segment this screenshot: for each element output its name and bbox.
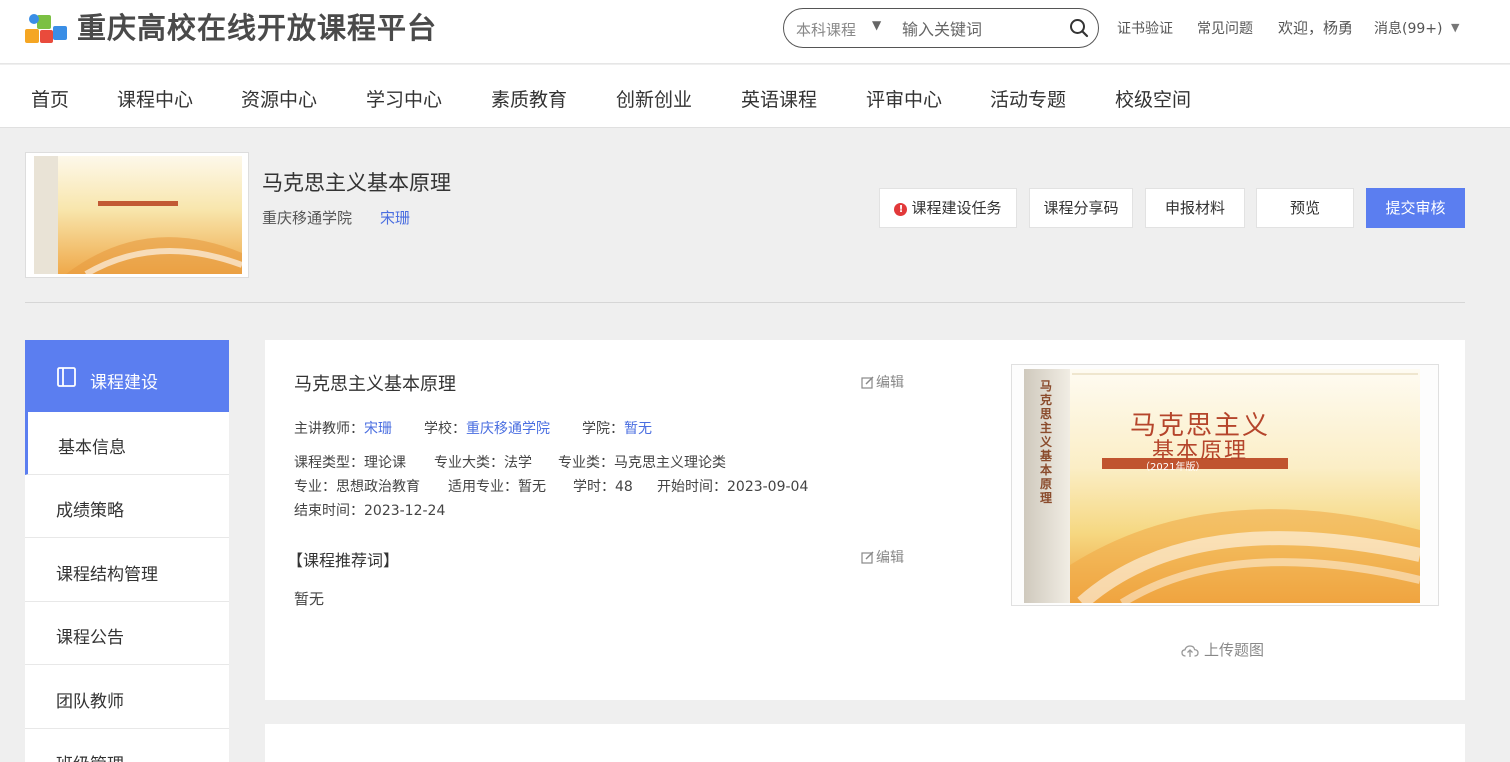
course-cover-image: 马克思主义 基本原理 （2021年版） 马克思主义基本原理 bbox=[1011, 364, 1439, 606]
sidebar-item-label: 成绩策略 bbox=[56, 501, 124, 521]
sidebar-item-label: 基本信息 bbox=[58, 438, 126, 458]
book-cover-image bbox=[1012, 365, 1438, 605]
nav-item-activities[interactable]: 活动专题 bbox=[990, 85, 1066, 112]
edit-info-button[interactable]: 编辑 bbox=[861, 372, 904, 392]
school-link[interactable]: 重庆移通学院 bbox=[466, 421, 550, 437]
cover-edition: （2021年版） bbox=[1140, 462, 1206, 473]
nav-item-school-space[interactable]: 校级空间 bbox=[1115, 85, 1191, 112]
lecturer-label: 主讲教师： bbox=[294, 421, 364, 437]
nav-item-review-center[interactable]: 评审中心 bbox=[866, 85, 942, 112]
top-header: 重庆高校在线开放课程平台 本科课程 ▼ 证书验证 常见问题 欢迎，杨勇 消息(9… bbox=[0, 0, 1510, 64]
college-label: 学院： bbox=[582, 421, 624, 437]
lecturer-link[interactable]: 宋珊 bbox=[364, 421, 392, 437]
edit-recommend-button[interactable]: 编辑 bbox=[861, 547, 904, 567]
course-title: 马克思主义基本原理 bbox=[262, 171, 451, 195]
notebook-icon bbox=[57, 367, 76, 387]
major-class: 专业类：马克思主义理论类 bbox=[558, 455, 726, 471]
share-code-button[interactable]: 课程分享码 bbox=[1029, 188, 1133, 228]
info-course-title: 马克思主义基本原理 bbox=[294, 374, 456, 395]
secondary-card bbox=[265, 724, 1465, 762]
sidebar-item-announcements[interactable]: 课程公告 bbox=[25, 602, 229, 665]
upload-label: 上传题图 bbox=[1204, 641, 1265, 659]
course-school: 重庆移通学院 bbox=[262, 209, 353, 227]
college-link[interactable]: 暂无 bbox=[624, 421, 652, 437]
search-box: 本科课程 ▼ bbox=[783, 8, 1099, 48]
divider bbox=[25, 302, 1465, 303]
course-teacher-link[interactable]: 宋珊 bbox=[380, 207, 410, 228]
lecturer-row: 主讲教师：宋珊 bbox=[294, 418, 392, 438]
nav-item-quality-education[interactable]: 素质教育 bbox=[491, 85, 567, 112]
sidebar-item-label: 课程公告 bbox=[56, 628, 124, 648]
sidebar-header-label: 课程建设 bbox=[90, 373, 158, 393]
edit-label: 编辑 bbox=[876, 550, 904, 566]
sidebar-header[interactable]: 课程建设 bbox=[25, 340, 229, 412]
nav-item-learning-center[interactable]: 学习中心 bbox=[366, 85, 442, 112]
cloud-upload-icon bbox=[1181, 645, 1199, 657]
logo-icon[interactable] bbox=[25, 11, 69, 47]
sidebar-item-label: 课程结构管理 bbox=[56, 565, 158, 585]
faq-link[interactable]: 常见问题 bbox=[1197, 18, 1253, 38]
end-time: 结束时间：2023-12-24 bbox=[294, 503, 446, 519]
cert-verify-link[interactable]: 证书验证 bbox=[1117, 18, 1173, 38]
sidebar-item-class-management[interactable]: 班级管理 bbox=[25, 729, 229, 762]
course-type: 课程类型：理论课 bbox=[294, 455, 406, 471]
edit-icon bbox=[861, 376, 874, 389]
edit-label: 编辑 bbox=[876, 375, 904, 391]
school-row: 学校：重庆移通学院 bbox=[424, 418, 550, 438]
nav-item-innovation[interactable]: 创新创业 bbox=[616, 85, 692, 112]
sidebar-item-grade-policy[interactable]: 成绩策略 bbox=[25, 475, 229, 538]
hours: 学时：48 bbox=[573, 479, 633, 495]
major: 专业：思想政治教育 bbox=[294, 479, 420, 495]
sidebar-item-structure[interactable]: 课程结构管理 bbox=[25, 539, 229, 602]
college-row: 学院：暂无 bbox=[582, 418, 652, 438]
main-nav: 首页 课程中心 资源中心 学习中心 素质教育 创新创业 英语课程 评审中心 活动… bbox=[0, 65, 1510, 128]
sidebar: 课程建设 基本信息 成绩策略 课程结构管理 课程公告 团队教师 班级管理 bbox=[25, 340, 229, 762]
course-task-button[interactable]: ! 课程建设任务 bbox=[879, 188, 1017, 228]
search-icon[interactable] bbox=[1069, 18, 1089, 38]
search-type-select[interactable]: 本科课程 bbox=[796, 19, 856, 40]
course-task-label: 课程建设任务 bbox=[911, 199, 1002, 217]
course-thumbnail bbox=[25, 152, 249, 278]
search-input[interactable] bbox=[902, 16, 1062, 42]
welcome-user[interactable]: 欢迎，杨勇 bbox=[1278, 17, 1353, 38]
book-cover-image bbox=[26, 153, 248, 277]
start-time: 开始时间：2023-09-04 bbox=[657, 479, 809, 495]
chevron-down-icon[interactable]: ▼ bbox=[872, 18, 881, 32]
edit-icon bbox=[861, 551, 874, 564]
major-category: 专业大类：法学 bbox=[434, 455, 532, 471]
nav-item-home[interactable]: 首页 bbox=[31, 85, 69, 112]
sidebar-item-team-teachers[interactable]: 团队教师 bbox=[25, 666, 229, 729]
sidebar-item-basic-info[interactable]: 基本信息 bbox=[25, 412, 229, 475]
applicable-major: 适用专业：暂无 bbox=[448, 479, 546, 495]
recommend-title: 【课程推荐词】 bbox=[287, 551, 400, 570]
preview-button[interactable]: 预览 bbox=[1256, 188, 1354, 228]
nav-item-course-center[interactable]: 课程中心 bbox=[117, 85, 193, 112]
logo-text[interactable]: 重庆高校在线开放课程平台 bbox=[77, 10, 437, 46]
sidebar-item-label: 班级管理 bbox=[56, 750, 124, 762]
school-label: 学校： bbox=[424, 421, 466, 437]
recommend-text: 暂无 bbox=[294, 590, 325, 608]
upload-cover-button[interactable]: 上传题图 bbox=[1181, 639, 1264, 660]
sidebar-item-label: 团队教师 bbox=[56, 692, 124, 712]
warning-icon: ! bbox=[894, 203, 908, 216]
cover-spine-text: 马克思主义基本原理 bbox=[1040, 379, 1053, 505]
submit-review-button[interactable]: 提交审核 bbox=[1366, 188, 1465, 228]
basic-info-card: 马克思主义基本原理 编辑 主讲教师：宋珊 学校：重庆移通学院 学院：暂无 课程类… bbox=[265, 340, 1465, 700]
nav-item-resource-center[interactable]: 资源中心 bbox=[241, 85, 317, 112]
messages-chevron-icon[interactable]: ▼ bbox=[1451, 21, 1459, 34]
messages-link[interactable]: 消息(99+) bbox=[1374, 18, 1442, 38]
nav-item-english[interactable]: 英语课程 bbox=[741, 85, 817, 112]
materials-button[interactable]: 申报材料 bbox=[1145, 188, 1245, 228]
